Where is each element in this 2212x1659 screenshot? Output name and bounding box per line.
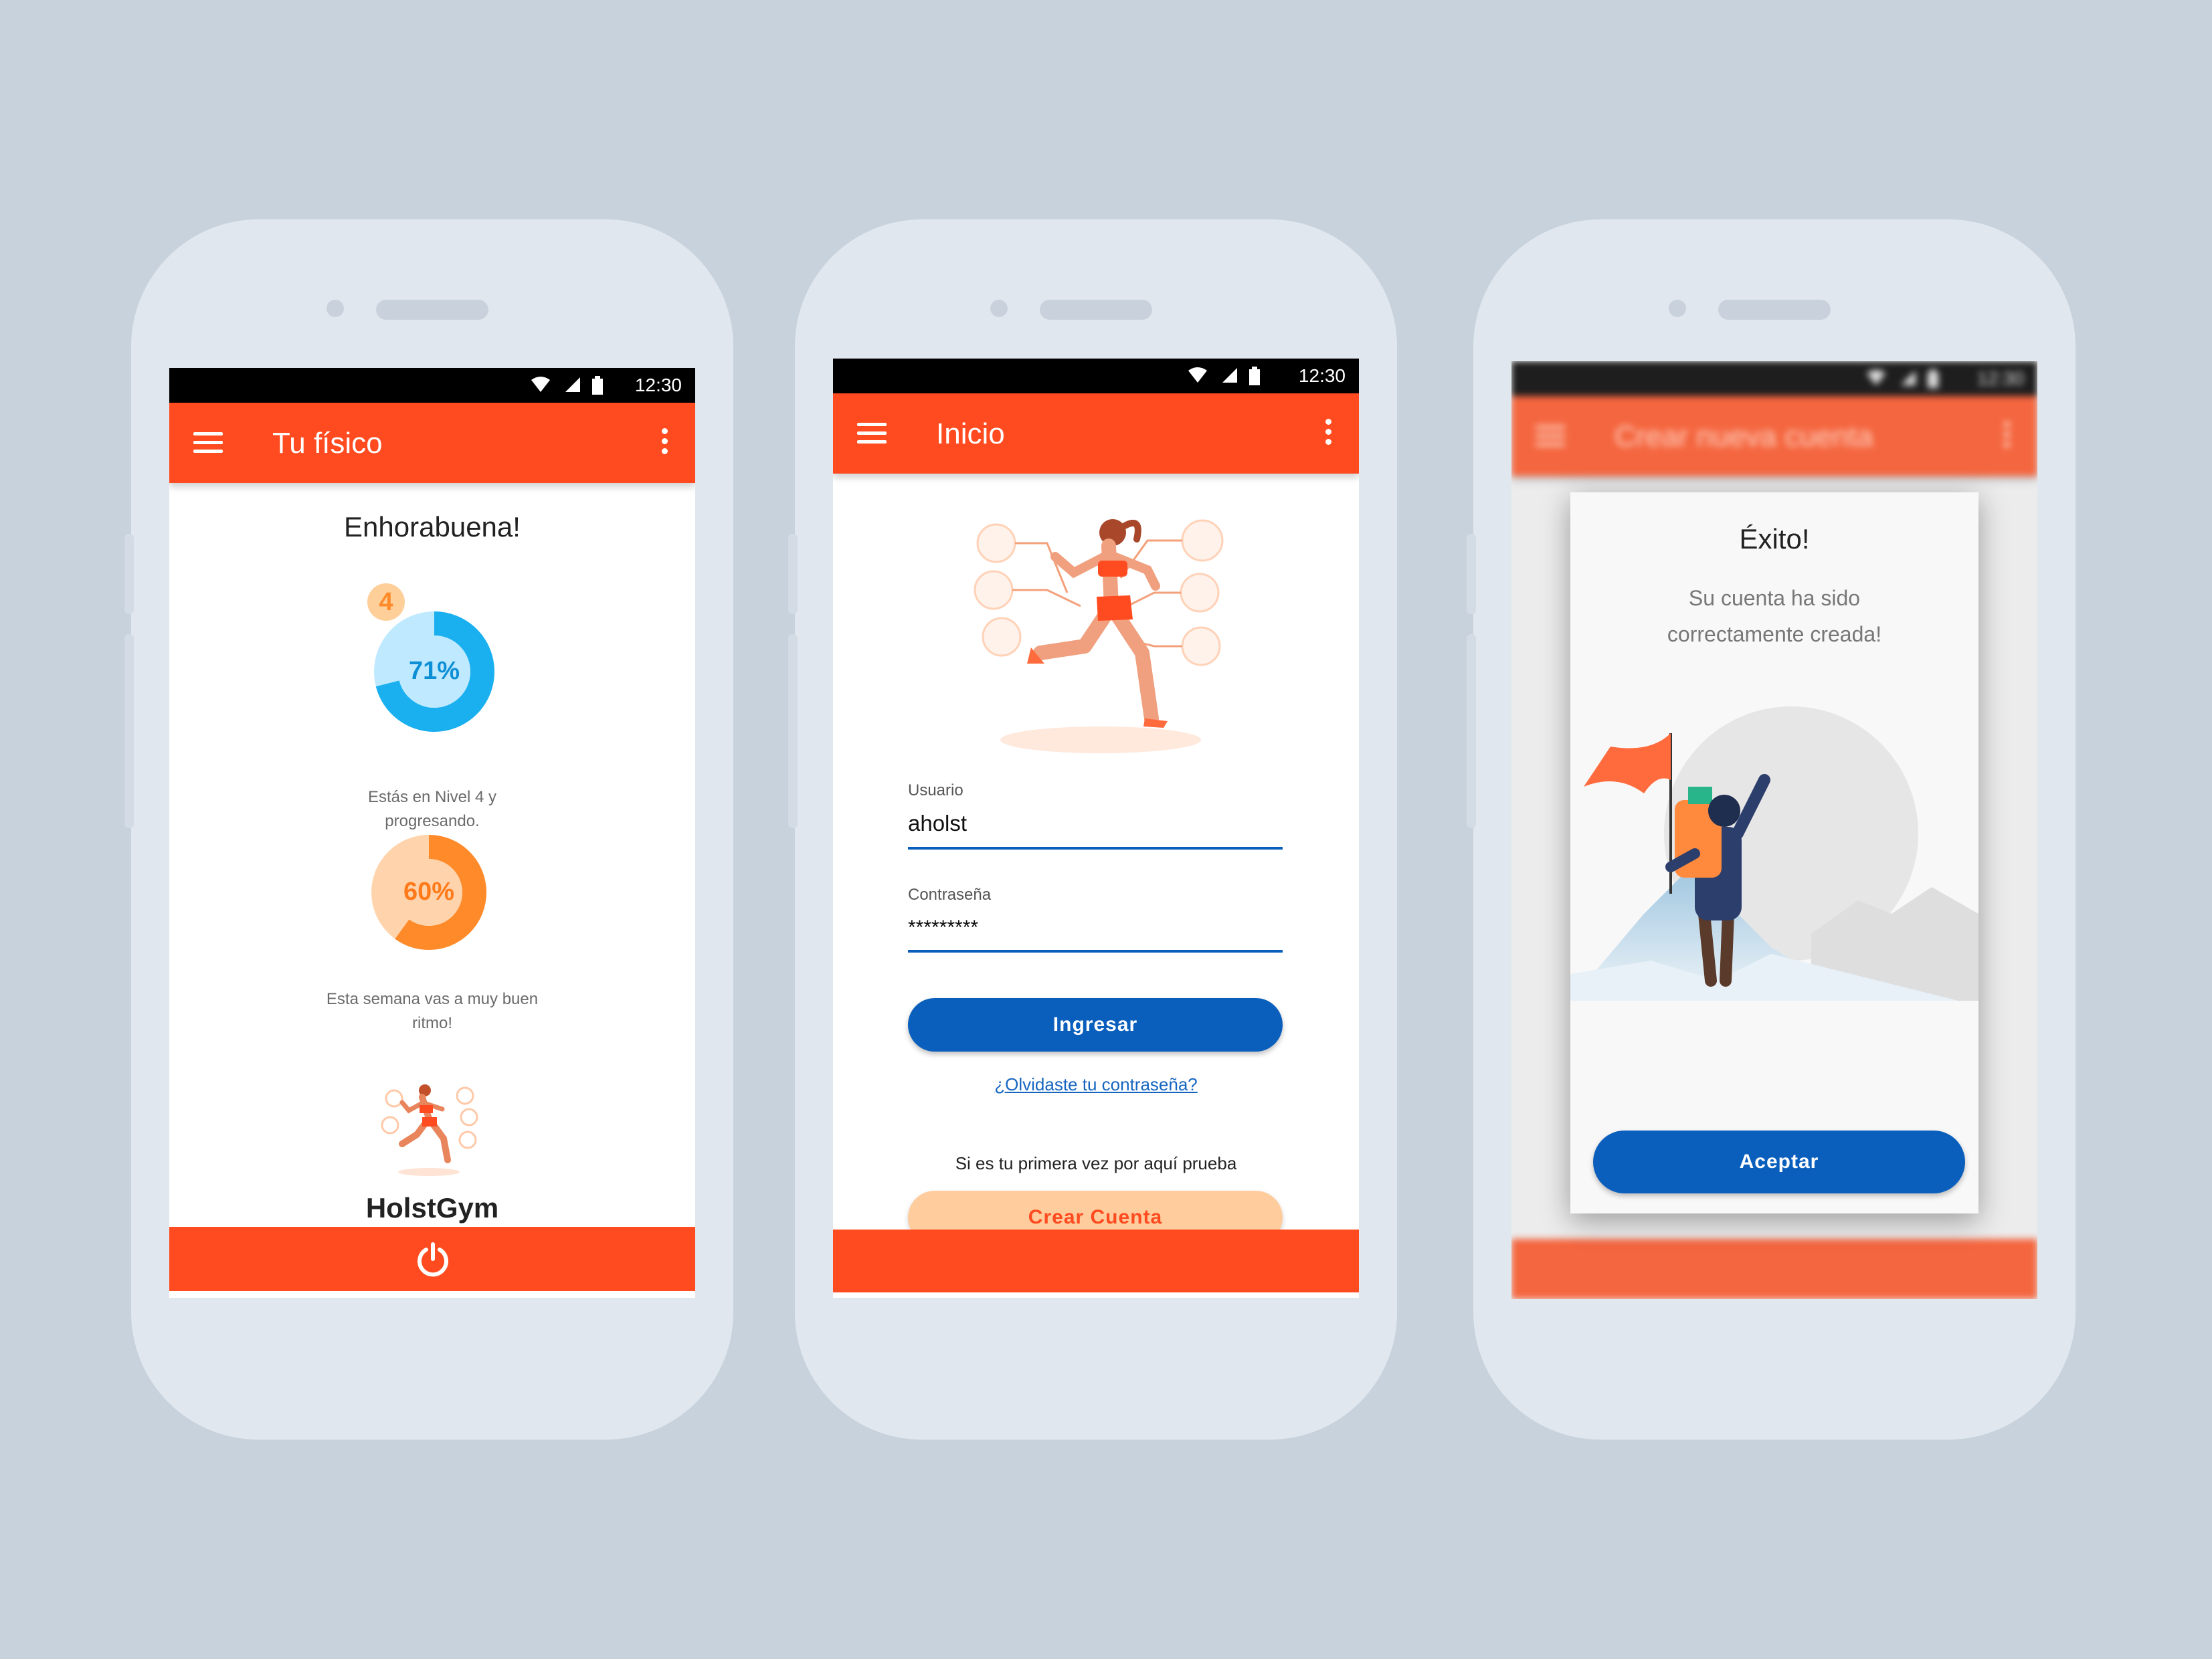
wifi-icon (531, 377, 550, 392)
bottom-bar (1511, 1239, 2037, 1299)
mountain-flag-illustration (1570, 706, 1978, 1001)
battery-icon (1249, 367, 1260, 385)
menu-icon[interactable] (857, 423, 887, 444)
success-dialog: Éxito! Su cuenta ha sido correctamente c… (1570, 492, 1978, 1213)
phone-side-button (788, 534, 798, 614)
dialog-title: Éxito! (1739, 523, 1810, 555)
more-options-icon[interactable] (2004, 421, 2011, 452)
signal-icon (1222, 368, 1237, 383)
signal-icon (1901, 371, 1916, 385)
login-button[interactable]: Ingresar (908, 998, 1283, 1052)
phone-frame-3: 12:30 Crear nueva cuenta Éxito! Su cuent… (1467, 219, 2076, 1440)
dialog-message-line-1: Su cuenta ha sido (1688, 586, 1861, 610)
forgot-password-link[interactable]: ¿Olvidaste tu contraseña? (833, 1074, 1359, 1095)
level-percent: 71% (408, 657, 460, 685)
username-input[interactable] (908, 811, 1283, 836)
menu-icon[interactable] (193, 432, 223, 454)
screen-crear-cuenta: 12:30 Crear nueva cuenta Éxito! Su cuent… (1511, 361, 2037, 1299)
battery-icon (592, 376, 603, 395)
phone-camera (327, 300, 344, 317)
app-title: Inicio (936, 417, 1005, 450)
phone-speaker (376, 300, 488, 320)
screen-tu-fisico: 12:30 Tu físico Enhorabuena! 71% 4 Estás… (169, 368, 695, 1298)
week-text-line-2: ritmo! (412, 1014, 452, 1032)
more-options-icon[interactable] (662, 428, 668, 458)
app-bar: Crear nueva cuenta (1511, 396, 2037, 476)
runner-illustration (974, 519, 1224, 753)
dialog-message-line-2: correctamente creada! (1667, 622, 1882, 646)
phone-side-button (124, 634, 134, 828)
username-label: Usuario (908, 781, 963, 799)
app-bar: Inicio (833, 393, 1359, 474)
level-badge: 4 (367, 583, 405, 621)
battery-icon (1928, 369, 1938, 388)
phone-side-button (1467, 634, 1476, 828)
power-icon[interactable] (414, 1240, 452, 1278)
holstgym-logo (381, 1084, 478, 1176)
status-bar: 12:30 (833, 359, 1359, 393)
phone-side-button (788, 634, 798, 828)
first-time-text: Si es tu primera vez por aquí prueba (955, 1153, 1237, 1173)
password-label: Contraseña (908, 886, 992, 904)
status-bar: 12:30 (169, 368, 695, 403)
phone-speaker (1718, 300, 1831, 320)
level-text-line-1: Estás en Nivel 4 y (367, 788, 497, 806)
username-underline (908, 847, 1283, 850)
password-input[interactable] (908, 916, 1283, 939)
bottom-bar (169, 1227, 695, 1291)
app-title: Crear nueva cuenta (1615, 420, 1873, 453)
app-title: Tu físico (272, 427, 383, 460)
week-text-line-1: Esta semana vas a muy buen (326, 990, 539, 1008)
week-percent: 60% (403, 878, 455, 906)
status-time: 12:30 (1976, 368, 2024, 389)
phone-side-button (1467, 534, 1476, 614)
signal-icon (565, 377, 580, 392)
bottom-bar (833, 1230, 1359, 1292)
phone-side-button (124, 534, 134, 614)
phone-camera (990, 300, 1008, 317)
app-bar: Tu físico (169, 403, 695, 483)
screen-inicio: 12:30 Inicio Usuario aholst Contraseña *… (833, 359, 1359, 1298)
menu-icon[interactable] (1536, 425, 1565, 447)
status-time: 12:30 (634, 375, 682, 395)
congrats-heading: Enhorabuena! (344, 511, 521, 543)
phone-camera (1669, 300, 1686, 317)
more-options-icon[interactable] (1325, 419, 1332, 449)
accept-button[interactable]: Aceptar (1593, 1131, 1965, 1193)
wifi-icon (1188, 367, 1207, 383)
phone-frame-2: 12:30 Inicio Usuario aholst Contraseña *… (788, 219, 1397, 1440)
brand-name: HolstGym (365, 1192, 499, 1224)
wifi-icon (1867, 370, 1885, 385)
level-text-line-2: progresando. (385, 812, 480, 830)
password-underline (908, 950, 1283, 953)
phone-speaker (1040, 300, 1152, 320)
status-time: 12:30 (1298, 365, 1346, 386)
phone-frame-1: 12:30 Tu físico Enhorabuena! 71% 4 Estás… (124, 219, 733, 1440)
status-bar: 12:30 (1511, 361, 2037, 396)
